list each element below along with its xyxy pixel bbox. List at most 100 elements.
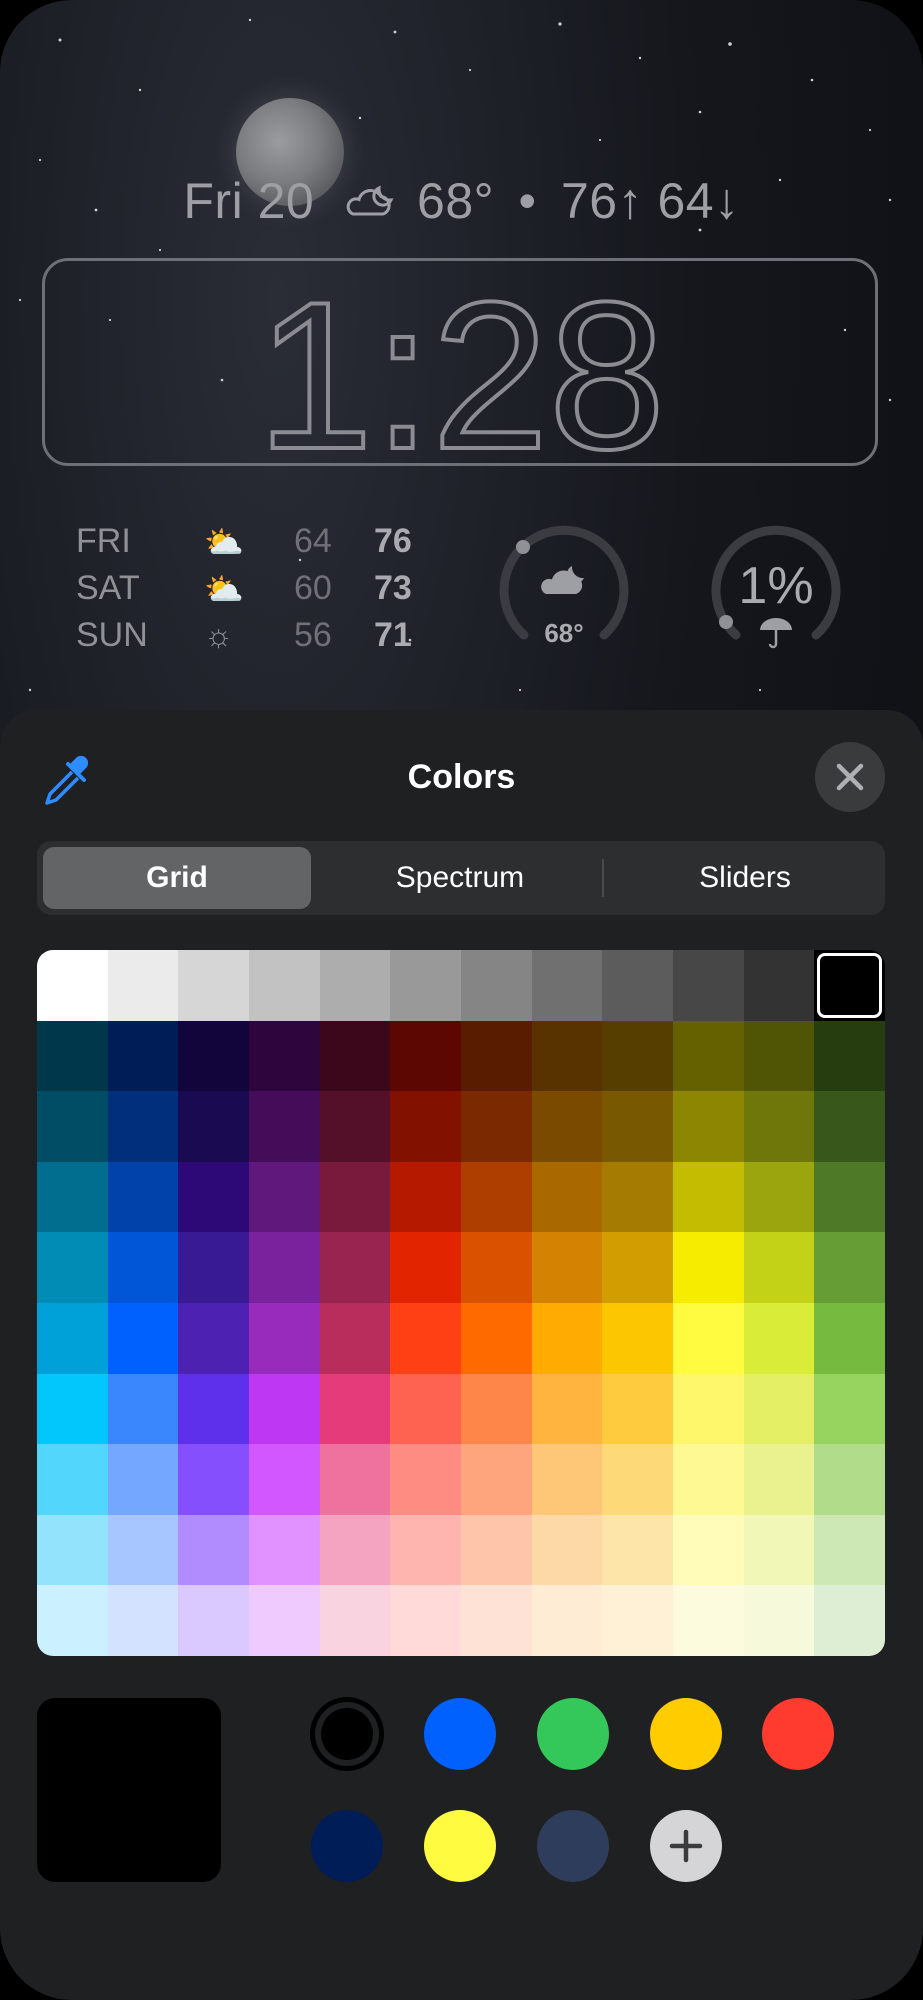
color-cell[interactable] (814, 1161, 885, 1233)
color-cell[interactable] (248, 1373, 320, 1445)
color-cell[interactable] (178, 1373, 249, 1445)
color-cell[interactable] (178, 950, 249, 1021)
color-cell[interactable] (37, 1514, 108, 1586)
color-cell[interactable] (319, 1302, 391, 1374)
rain-chance-gauge-widget[interactable]: 1% (706, 520, 846, 660)
color-cell[interactable] (37, 1232, 108, 1303)
color-cell[interactable] (743, 950, 815, 1021)
color-cell[interactable] (602, 1232, 673, 1303)
color-cell[interactable] (178, 1514, 249, 1586)
clock[interactable]: 1:28 (0, 258, 923, 466)
color-cell[interactable] (37, 1020, 108, 1092)
color-cell[interactable] (531, 1514, 603, 1586)
color-cell[interactable] (319, 1020, 391, 1092)
color-cell[interactable] (743, 1161, 815, 1233)
color-cell[interactable] (37, 1302, 108, 1374)
color-cell[interactable] (37, 1585, 108, 1656)
color-cell[interactable] (672, 1091, 744, 1162)
color-cell[interactable] (743, 1020, 815, 1092)
color-cell[interactable] (390, 1161, 461, 1233)
color-cell[interactable] (672, 1444, 744, 1515)
color-cell[interactable] (390, 1373, 461, 1445)
color-cell[interactable] (814, 1091, 885, 1162)
color-cell[interactable] (743, 1232, 815, 1303)
color-cell[interactable] (178, 1091, 249, 1162)
color-cell[interactable] (107, 1514, 179, 1586)
color-cell[interactable] (531, 1161, 603, 1233)
yellow-swatch[interactable] (650, 1698, 722, 1770)
color-cell[interactable] (37, 1373, 108, 1445)
color-cell[interactable] (319, 1091, 391, 1162)
color-cell[interactable] (602, 1514, 673, 1586)
tab-spectrum[interactable]: Spectrum (319, 841, 601, 915)
color-cell[interactable] (460, 1373, 532, 1445)
color-cell[interactable] (390, 1585, 461, 1656)
color-cell[interactable] (814, 1232, 885, 1303)
color-cell[interactable] (531, 1020, 603, 1092)
color-cell[interactable] (814, 1444, 885, 1515)
color-cell[interactable] (390, 1514, 461, 1586)
color-cell[interactable] (37, 1444, 108, 1515)
color-cell[interactable] (743, 1585, 815, 1656)
date-weather-line[interactable]: Fri 20 68° • 76↑ 64↓ (0, 172, 923, 230)
color-cell[interactable] (602, 950, 673, 1021)
color-cell[interactable] (672, 1514, 744, 1586)
color-cell[interactable] (743, 1373, 815, 1445)
forecast-widget[interactable]: FRI ⛅ 64 76 SAT ⛅ 60 73 SUN ☼ 56 71 (76, 518, 434, 659)
color-cell[interactable] (390, 1302, 461, 1374)
color-cell[interactable] (531, 1091, 603, 1162)
color-cell[interactable] (390, 1232, 461, 1303)
color-cell[interactable] (107, 1373, 179, 1445)
color-cell[interactable] (460, 1091, 532, 1162)
color-cell[interactable] (672, 1232, 744, 1303)
color-cell[interactable] (37, 1091, 108, 1162)
color-cell[interactable] (248, 1232, 320, 1303)
color-cell[interactable] (178, 1585, 249, 1656)
color-cell[interactable] (460, 1302, 532, 1374)
bright-yellow-swatch[interactable] (424, 1810, 496, 1882)
color-cell[interactable] (743, 1302, 815, 1374)
color-cell[interactable] (107, 950, 179, 1021)
tab-grid[interactable]: Grid (43, 841, 311, 915)
color-cell[interactable] (531, 1444, 603, 1515)
color-cell[interactable] (602, 1020, 673, 1092)
color-cell[interactable] (107, 1232, 179, 1303)
color-cell[interactable] (814, 1585, 885, 1656)
slate-blue-swatch[interactable] (537, 1810, 609, 1882)
color-cell[interactable] (672, 1161, 744, 1233)
color-cell[interactable] (248, 1444, 320, 1515)
color-cell[interactable] (460, 1232, 532, 1303)
color-cell[interactable] (602, 1585, 673, 1656)
color-cell[interactable] (743, 1514, 815, 1586)
green-swatch[interactable] (537, 1698, 609, 1770)
color-cell[interactable] (672, 950, 744, 1021)
color-cell[interactable] (248, 1514, 320, 1586)
temperature-gauge-widget[interactable]: 68° (494, 520, 634, 660)
color-cell[interactable] (390, 950, 461, 1021)
color-cell[interactable] (107, 1091, 179, 1162)
color-cell[interactable] (460, 1514, 532, 1586)
color-cell[interactable] (460, 1585, 532, 1656)
color-cell[interactable] (814, 950, 885, 1021)
color-cell[interactable] (37, 950, 108, 1021)
color-cell[interactable] (248, 1020, 320, 1092)
color-cell[interactable] (248, 1302, 320, 1374)
color-cell[interactable] (319, 1373, 391, 1445)
color-cell[interactable] (390, 1091, 461, 1162)
color-cell[interactable] (319, 1161, 391, 1233)
close-button[interactable] (815, 742, 885, 812)
color-cell[interactable] (814, 1302, 885, 1374)
color-cell[interactable] (390, 1444, 461, 1515)
color-cell[interactable] (37, 1161, 108, 1233)
black-swatch[interactable] (321, 1708, 373, 1760)
color-cell[interactable] (390, 1020, 461, 1092)
color-cell[interactable] (460, 1020, 532, 1092)
color-cell[interactable] (531, 1302, 603, 1374)
color-cell[interactable] (248, 1161, 320, 1233)
color-cell[interactable] (602, 1444, 673, 1515)
color-cell[interactable] (602, 1091, 673, 1162)
color-cell[interactable] (107, 1020, 179, 1092)
color-cell[interactable] (814, 1514, 885, 1586)
color-cell[interactable] (107, 1444, 179, 1515)
color-cell[interactable] (248, 1091, 320, 1162)
